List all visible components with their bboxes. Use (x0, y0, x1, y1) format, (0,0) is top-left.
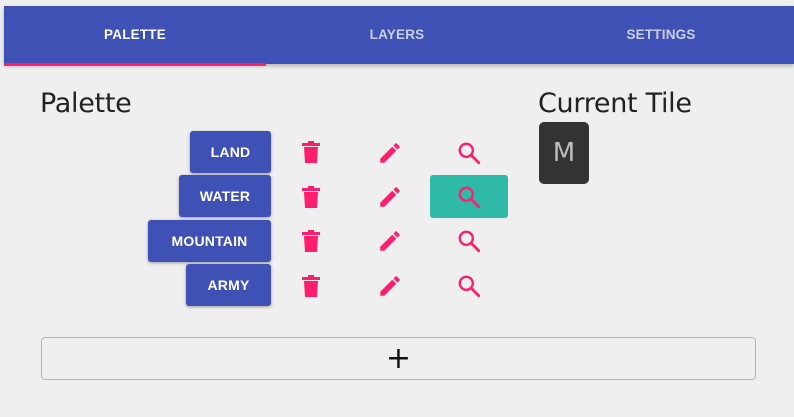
search-icon (458, 142, 481, 165)
palette-heading: Palette (40, 88, 132, 119)
delete-mountain-button[interactable] (296, 226, 326, 256)
delete-water-button[interactable] (296, 182, 326, 212)
tab-bar: PALETTE LAYERS SETTINGS (4, 6, 794, 66)
tab-layers-label: LAYERS (369, 27, 425, 42)
palette-item-mountain-button[interactable]: MOUNTAIN (148, 220, 271, 262)
pencil-icon (380, 143, 400, 163)
pencil-icon (380, 231, 400, 251)
trash-icon (302, 186, 320, 208)
tab-settings-label: SETTINGS (626, 27, 696, 42)
tab-palette-label: PALETTE (104, 27, 166, 42)
active-tab-indicator (4, 63, 266, 66)
tab-settings[interactable]: SETTINGS (528, 6, 794, 64)
delete-army-button[interactable] (296, 271, 326, 301)
tab-layers[interactable]: LAYERS (266, 6, 528, 64)
edit-water-button[interactable] (375, 182, 405, 212)
select-army-button[interactable] (454, 271, 484, 301)
plus-icon: + (385, 340, 412, 376)
trash-icon (302, 230, 320, 252)
search-icon (458, 186, 481, 208)
select-water-button-selected[interactable] (430, 175, 508, 218)
palette-item-water-button[interactable]: WATER (179, 175, 271, 217)
select-land-button[interactable] (454, 138, 484, 168)
app-root: PALETTE LAYERS SETTINGS Palette Current … (0, 0, 794, 417)
trash-icon (302, 275, 320, 297)
pencil-icon (380, 187, 400, 207)
select-mountain-button[interactable] (454, 226, 484, 256)
palette-item-land-button[interactable]: LAND (190, 131, 271, 173)
trash-icon (302, 141, 320, 163)
edit-army-button[interactable] (375, 271, 405, 301)
palette-item-army-button[interactable]: ARMY (186, 264, 271, 306)
add-palette-item-button[interactable]: + (41, 337, 756, 380)
current-tile-preview: M (539, 122, 589, 184)
current-tile-heading: Current Tile (538, 88, 692, 119)
search-icon (458, 275, 481, 298)
edit-land-button[interactable] (375, 138, 405, 168)
edit-mountain-button[interactable] (375, 226, 405, 256)
tab-palette[interactable]: PALETTE (4, 6, 266, 66)
delete-land-button[interactable] (296, 137, 326, 167)
pencil-icon (380, 276, 400, 296)
search-icon (458, 230, 481, 253)
